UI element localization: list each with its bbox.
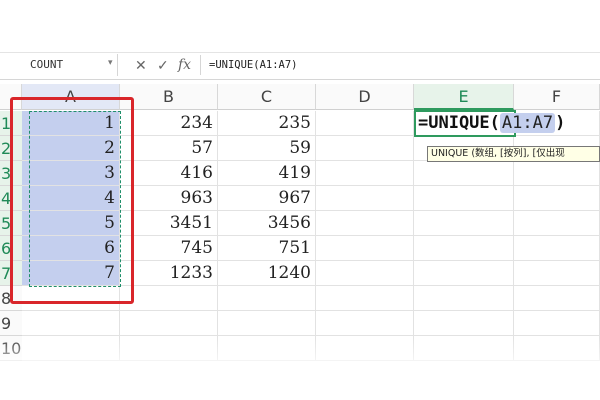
formula-input[interactable]: =UNIQUE(A1:A7) [200, 55, 600, 75]
cell-f10[interactable] [514, 336, 600, 361]
cell-a4[interactable]: 4 [22, 186, 120, 211]
cell-f5[interactable] [514, 211, 600, 236]
column-header-b[interactable]: B [120, 84, 218, 110]
cell-b7[interactable]: 1233 [120, 261, 218, 286]
cell-f7[interactable] [514, 261, 600, 286]
row-header-1[interactable]: 1 [0, 111, 22, 136]
cell-c8[interactable] [218, 286, 316, 311]
cell-b4[interactable]: 963 [120, 186, 218, 211]
cell-a9[interactable] [22, 311, 120, 336]
chevron-down-icon[interactable]: ▾ [108, 57, 113, 68]
column-header-e[interactable]: E [414, 84, 514, 110]
row-header-6[interactable]: 6 [0, 236, 22, 261]
row-header-3[interactable]: 3 [0, 161, 22, 186]
cell-b2[interactable]: 57 [120, 136, 218, 161]
cell-d2[interactable] [316, 136, 414, 161]
cell-a2[interactable]: 2 [22, 136, 120, 161]
column-header-f[interactable]: F [514, 84, 600, 110]
cell-e6[interactable] [414, 236, 514, 261]
cell-a5[interactable]: 5 [22, 211, 120, 236]
column-header-c[interactable]: C [218, 84, 316, 110]
cell-b8[interactable] [120, 286, 218, 311]
row-header-5[interactable]: 5 [0, 211, 22, 236]
cell-f9[interactable] [514, 311, 600, 336]
cell-c5[interactable]: 3456 [218, 211, 316, 236]
cell-d6[interactable] [316, 236, 414, 261]
cell-f4[interactable] [514, 186, 600, 211]
cell-a8[interactable] [22, 286, 120, 311]
cell-d8[interactable] [316, 286, 414, 311]
cell-d10[interactable] [316, 336, 414, 361]
row-header-2[interactable]: 2 [0, 136, 22, 161]
edit-func: =UNIQUE( [418, 113, 500, 133]
cell-e8[interactable] [414, 286, 514, 311]
cell-e9[interactable] [414, 311, 514, 336]
cell-c10[interactable] [218, 336, 316, 361]
formula-edit-cell[interactable]: =UNIQUE(A1:A7) [414, 110, 565, 137]
cell-c7[interactable]: 1240 [218, 261, 316, 286]
formula-bar: COUNT ▾ ✕ ✓ fx =UNIQUE(A1:A7) [0, 52, 600, 80]
cell-c9[interactable] [218, 311, 316, 336]
cell-a6[interactable]: 6 [22, 236, 120, 261]
edit-close: ) [555, 113, 566, 133]
cell-a1[interactable]: 1 [22, 111, 120, 136]
cell-d7[interactable] [316, 261, 414, 286]
enter-icon[interactable]: ✓ [157, 56, 169, 74]
cell-c2[interactable]: 59 [218, 136, 316, 161]
cell-d1[interactable] [316, 111, 414, 136]
top-margin [0, 0, 600, 50]
cell-c6[interactable]: 751 [218, 236, 316, 261]
cell-b1[interactable]: 234 [120, 111, 218, 136]
function-tooltip: UNIQUE (数组, [按列], [仅出现 [427, 146, 600, 162]
row-header-9[interactable]: 9 [0, 311, 22, 336]
cell-b5[interactable]: 3451 [120, 211, 218, 236]
row-header-10[interactable]: 10 [0, 336, 22, 361]
cell-e10[interactable] [414, 336, 514, 361]
cell-c4[interactable]: 967 [218, 186, 316, 211]
cell-f6[interactable] [514, 236, 600, 261]
cell-c3[interactable]: 419 [218, 161, 316, 186]
cell-f3[interactable] [514, 161, 600, 186]
row-header-8[interactable]: 8 [0, 286, 22, 311]
fx-icon[interactable]: fx [178, 56, 191, 74]
cell-b3[interactable]: 416 [120, 161, 218, 186]
select-all-corner[interactable] [0, 84, 22, 110]
cell-c1[interactable]: 235 [218, 111, 316, 136]
cell-d3[interactable] [316, 161, 414, 186]
cell-e4[interactable] [414, 186, 514, 211]
cell-d5[interactable] [316, 211, 414, 236]
column-header-a[interactable]: A [22, 84, 120, 110]
cell-b6[interactable]: 745 [120, 236, 218, 261]
cell-b9[interactable] [120, 311, 218, 336]
cell-f8[interactable] [514, 286, 600, 311]
row-header-4[interactable]: 4 [0, 186, 22, 211]
range-reference[interactable]: A1:A7 [499, 113, 556, 133]
cell-d9[interactable] [316, 311, 414, 336]
cell-b10[interactable] [120, 336, 218, 361]
cancel-icon[interactable]: ✕ [135, 56, 147, 74]
name-box[interactable]: COUNT [0, 54, 118, 76]
cell-a10[interactable] [22, 336, 120, 361]
cell-d4[interactable] [316, 186, 414, 211]
cell-e5[interactable] [414, 211, 514, 236]
row-header-7[interactable]: 7 [0, 261, 22, 286]
cell-a7[interactable]: 7 [22, 261, 120, 286]
cell-e7[interactable] [414, 261, 514, 286]
cell-a3[interactable]: 3 [22, 161, 120, 186]
cell-e3[interactable] [414, 161, 514, 186]
column-header-d[interactable]: D [316, 84, 414, 110]
